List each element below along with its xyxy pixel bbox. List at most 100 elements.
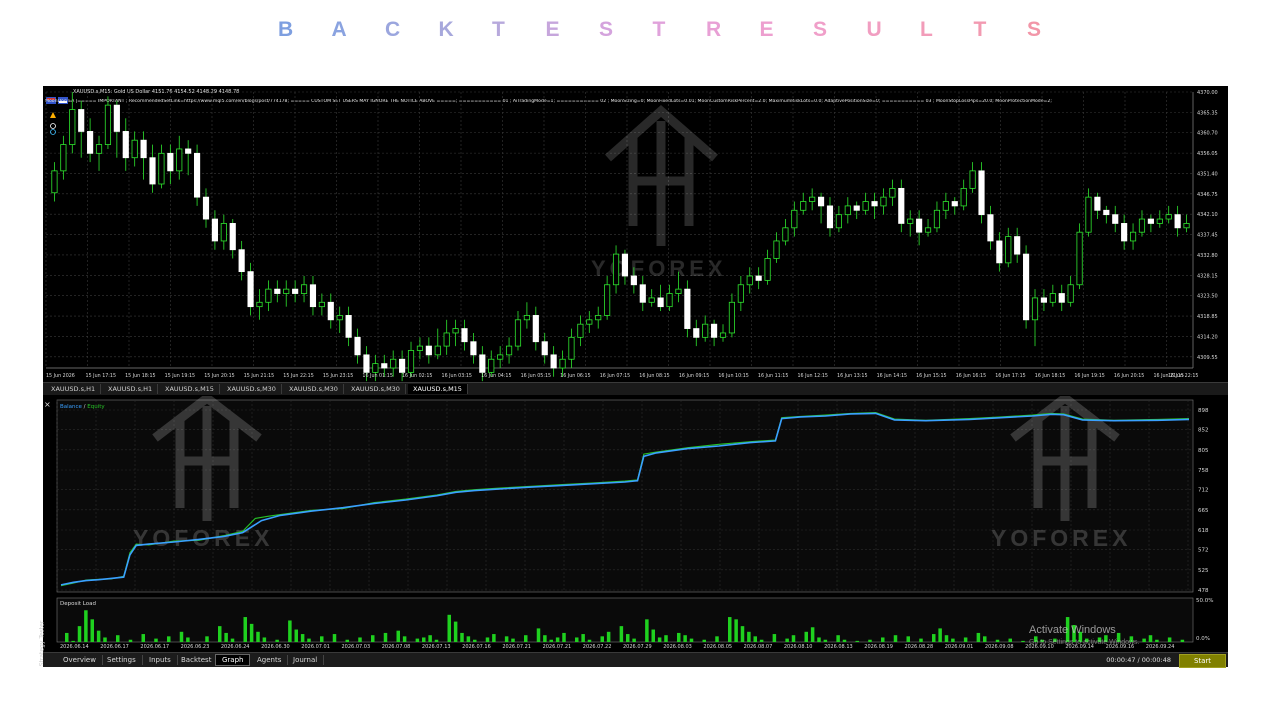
candlestick bbox=[256, 289, 263, 320]
deposit-bar bbox=[772, 634, 777, 642]
deposit-bar bbox=[587, 639, 592, 642]
candlestick bbox=[933, 201, 941, 233]
deposit-bar bbox=[906, 636, 911, 642]
candlestick bbox=[996, 232, 1003, 272]
close-icon[interactable]: × bbox=[44, 400, 51, 409]
tester-graph[interactable]: 898 852 805 758 712 665 618 572 525 478 YOFOREX YOF… bbox=[55, 396, 1228, 652]
candlestick bbox=[122, 118, 129, 171]
banner-letter: A bbox=[331, 18, 347, 41]
deposit-bar bbox=[536, 628, 541, 642]
date-label: 2026.08.10 bbox=[784, 644, 813, 650]
deposit-bar bbox=[543, 635, 547, 642]
deposit-bar bbox=[345, 639, 350, 642]
price-label: 4351.40 bbox=[1197, 171, 1218, 177]
tester-tab-settings[interactable]: Settings bbox=[101, 655, 143, 665]
activate-windows-title: Activate Windows bbox=[1029, 624, 1116, 636]
candlestick bbox=[639, 276, 646, 312]
price-label: 4309.55 bbox=[1197, 355, 1218, 361]
candlestick bbox=[149, 144, 156, 193]
deposit-bar bbox=[415, 638, 420, 642]
time-label: 16 Jun 02:15 bbox=[402, 373, 432, 379]
deposit-bar bbox=[626, 634, 630, 642]
deposit-bar bbox=[473, 639, 477, 642]
chart-tab[interactable]: XAUUSD.s,M30 bbox=[346, 384, 406, 394]
candlestick bbox=[550, 346, 557, 377]
deposit-bar bbox=[167, 636, 171, 642]
deposit-bar bbox=[249, 623, 254, 642]
price-chart[interactable]: 4370.00 4365.35 4360.70 4356.05 4351.40 4346.… bbox=[43, 86, 1228, 382]
candlestick bbox=[666, 284, 673, 312]
chart-tab[interactable]: XAUUSD.s,H1 bbox=[46, 384, 102, 394]
deposit-bar bbox=[555, 637, 560, 642]
deposit-bar bbox=[651, 629, 656, 642]
banner-letter: E bbox=[759, 18, 774, 41]
tester-tab-agents[interactable]: Agents bbox=[251, 655, 289, 665]
tester-tab-inputs[interactable]: Inputs bbox=[143, 655, 178, 665]
tester-tab-overview[interactable]: Overview bbox=[57, 655, 103, 665]
deposit-bar bbox=[804, 631, 809, 642]
banner-letter: S bbox=[813, 18, 828, 41]
candlestick bbox=[728, 293, 736, 338]
candlestick bbox=[612, 245, 620, 294]
candlestick bbox=[871, 192, 878, 220]
deposit-bar bbox=[657, 637, 662, 642]
svg-text:Balance / Equity: Balance / Equity bbox=[60, 404, 105, 410]
date-label: 2026.07.03 bbox=[342, 644, 371, 650]
trade-arrow-icon bbox=[50, 112, 56, 135]
banner-letter: U bbox=[866, 18, 882, 41]
deposit-bar bbox=[932, 634, 936, 642]
chart-tab[interactable]: XAUUSD.s,M15 bbox=[408, 384, 468, 394]
chart-tab[interactable]: XAUUSD.s,M30 bbox=[222, 384, 282, 394]
deposit-bar bbox=[677, 632, 681, 642]
deposit-bar bbox=[396, 630, 401, 642]
deposit-bar bbox=[434, 639, 439, 642]
terminal-window: XAUUSD.s,M15: Gold US Dollar 4151.76 415… bbox=[38, 86, 1228, 668]
tester-tab-journal[interactable]: Journal bbox=[287, 655, 325, 665]
tester-bottom-bar: Overview Settings Inputs Backtest Graph Agent… bbox=[43, 652, 1228, 668]
candlestick bbox=[113, 100, 120, 158]
time-label: 16 Jun 06:15 bbox=[560, 373, 590, 379]
candlestick bbox=[407, 341, 415, 377]
date-label: 2026.08.28 bbox=[905, 644, 934, 650]
candlestick bbox=[1014, 227, 1021, 263]
date-label: 2026.06.23 bbox=[181, 644, 210, 650]
deposit-bar bbox=[524, 635, 528, 642]
deposit-bar bbox=[983, 636, 987, 642]
candlestick bbox=[604, 276, 611, 320]
price-label: 4337.45 bbox=[1197, 233, 1218, 239]
candlestick bbox=[229, 219, 236, 259]
chart-tab[interactable]: XAUUSD.s,M30 bbox=[284, 384, 344, 394]
candlestick bbox=[889, 179, 896, 206]
deposit-bar bbox=[842, 639, 847, 642]
candlestick bbox=[595, 306, 602, 329]
deposit-bar bbox=[549, 639, 554, 642]
candlestick bbox=[238, 240, 245, 281]
deposit-bar bbox=[288, 620, 292, 642]
chart-tab[interactable]: XAUUSD.s,M15 bbox=[160, 384, 220, 394]
candlestick bbox=[185, 140, 192, 176]
banner-letter: S bbox=[599, 18, 614, 41]
candlestick bbox=[104, 96, 112, 149]
tester-tab-backtest[interactable]: Backtest bbox=[175, 655, 219, 665]
date-label: 2026.07.21 bbox=[543, 644, 572, 650]
deposit-bar bbox=[1142, 638, 1146, 642]
candlestick bbox=[220, 214, 227, 250]
candlestick bbox=[702, 315, 709, 342]
candlestick bbox=[951, 197, 958, 215]
start-button[interactable]: Start bbox=[1179, 654, 1226, 668]
price-label: 4314.20 bbox=[1197, 334, 1218, 340]
tester-tab-graph[interactable]: Graph bbox=[215, 654, 251, 666]
banner-letter: E bbox=[545, 18, 560, 41]
deposit-bar bbox=[1180, 639, 1185, 642]
chart-tab[interactable]: XAUUSD.s,H1 bbox=[103, 384, 159, 394]
candlestick bbox=[693, 319, 700, 347]
time-label: 15 Jun 22:15 bbox=[283, 373, 313, 379]
candlestick bbox=[1112, 205, 1119, 233]
equity-y-label: 898 bbox=[1198, 408, 1209, 414]
deposit-bar bbox=[734, 619, 738, 642]
deposit-bar bbox=[71, 640, 75, 642]
candlestick bbox=[862, 192, 869, 215]
deposit-bar bbox=[466, 636, 471, 642]
deposit-bar bbox=[919, 638, 923, 642]
banner-letter: C bbox=[385, 18, 401, 41]
